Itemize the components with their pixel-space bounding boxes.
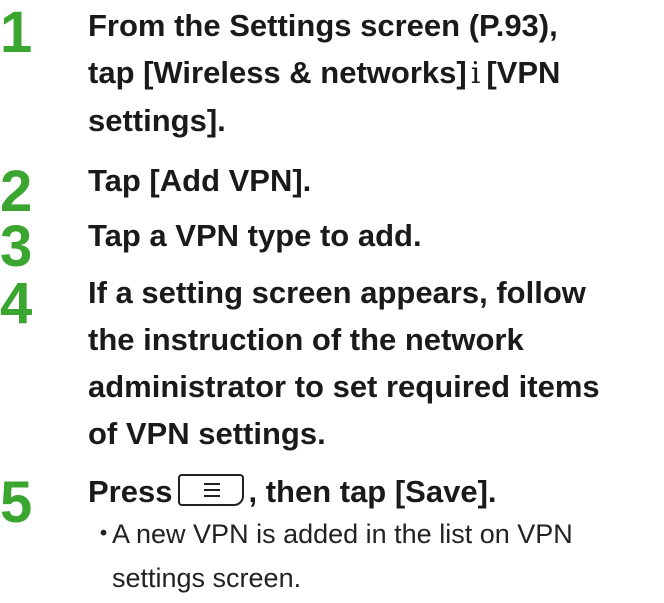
note-line-text: A new VPN is added in the list on VPN [112, 519, 573, 549]
step-line: administrator to set required items [88, 369, 600, 404]
step-line: From the Settings screen (P.93), [88, 8, 558, 43]
arrow-icon: i [470, 56, 481, 91]
step-number: 3 [0, 214, 32, 279]
step-text: Tap a VPN type to add. [88, 218, 422, 253]
step-text: From the Settings screen (P.93), tap [Wi… [88, 2, 660, 144]
step-line: of VPN settings. [88, 416, 326, 451]
step-text: Press , then tap [Save]. [88, 468, 660, 515]
step-line-part: [VPN [486, 55, 561, 90]
step-number: 5 [0, 470, 32, 535]
step-number: 1 [0, 0, 32, 65]
step-number: 4 [0, 271, 32, 336]
step-line-part: , then tap [Save]. [248, 474, 497, 509]
step-number: 2 [0, 159, 32, 224]
step-line: If a setting screen appears, follow [88, 275, 586, 310]
step-line: tap [Wireless & networks] i [VPN [88, 49, 660, 97]
note-line: settings screen. [112, 563, 302, 593]
note-line: ・A new VPN is added in the list on VPN [90, 512, 662, 556]
step-note: ・A new VPN is added in the list on VPN s… [90, 512, 662, 600]
step-line-part: tap [Wireless & networks] [88, 55, 467, 90]
step-line-part: Press [88, 474, 173, 509]
step-line: settings]. [88, 103, 226, 138]
step-line: the instruction of the network [88, 322, 524, 357]
menu-key-icon [178, 474, 245, 506]
step-text: If a setting screen appears, follow the … [88, 269, 660, 457]
step-text: Tap [Add VPN]. [88, 163, 312, 198]
bullet-icon: ・ [90, 519, 117, 549]
